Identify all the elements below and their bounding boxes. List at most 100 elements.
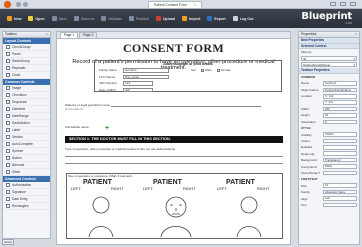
sex-female-checkbox[interactable]: Female [216, 68, 231, 72]
import-button[interactable]: Import [182, 16, 200, 21]
add-icon[interactable]: + [105, 125, 109, 132]
open-button[interactable]: Open [28, 16, 45, 21]
prop-value[interactable] [323, 138, 357, 144]
urn-field[interactable]: 123 [123, 81, 153, 86]
toolbox-item[interactable]: Panel [3, 51, 50, 58]
toolbox-item[interactable]: DateRange [3, 113, 50, 120]
toolbox-item[interactable]: Dropdown [3, 99, 50, 106]
prop-value[interactable]: Y: 171 [323, 100, 357, 105]
sex-male-checkbox[interactable]: Male [201, 68, 212, 72]
folder-icon [28, 16, 34, 21]
minimize-icon[interactable] [330, 2, 336, 6]
filter-select[interactable]: ID ▾ [301, 56, 357, 62]
prop-value[interactable]: TextboxFamilyName [323, 87, 357, 93]
toolbox-item[interactable]: Image [3, 85, 50, 92]
prop-value[interactable] [323, 145, 357, 150]
prop-value[interactable]: Left [323, 196, 357, 201]
prop-value[interactable]: Liberation Sans [323, 189, 357, 195]
toolbox-item[interactable]: Barcode [3, 162, 50, 169]
label-icon [6, 128, 10, 132]
close-icon[interactable]: × [355, 32, 357, 37]
logout-button[interactable]: Log Out [232, 16, 254, 21]
publish-button[interactable]: Publish [128, 16, 149, 21]
guardian-field[interactable] [111, 106, 261, 107]
toolbox-item[interactable]: Label [3, 127, 50, 134]
checkbox-icon [6, 93, 10, 97]
tab-page-1[interactable]: Page 1 [60, 32, 79, 38]
checkgroup-icon [6, 45, 10, 49]
back-icon[interactable] [16, 1, 21, 7]
save-button[interactable]: Save [51, 16, 67, 21]
new-icon [7, 16, 12, 21]
consent-form: CONSENT FORM Record of a patient's permi… [61, 41, 286, 241]
prop-value[interactable]: 10 [323, 183, 357, 189]
prop-value[interactable]: Textbox1 [323, 81, 357, 86]
close-icon[interactable]: × [46, 32, 48, 37]
toolbox-item[interactable]: Date Entry [3, 196, 50, 203]
prop-value[interactable]: Visible [323, 132, 357, 137]
save-as-button[interactable]: Save as [73, 16, 94, 21]
upload-button[interactable]: Upload [155, 16, 175, 21]
prop-value[interactable]: X: 142 [323, 93, 357, 99]
spinner-icon [6, 149, 10, 153]
radiobutton-icon [6, 121, 10, 125]
toolbox-item[interactable]: Authorisation [3, 182, 50, 189]
body-diagram[interactable] [81, 193, 271, 237]
guardian-hint: (if not patient) [65, 107, 84, 111]
patient-label-1: PATIENT [83, 179, 112, 186]
form-title: CONSENT FORM [122, 41, 225, 55]
toolbox-item[interactable]: Button [3, 155, 50, 162]
patient-label-2: PATIENT [153, 179, 182, 186]
autocomplete-icon [6, 142, 10, 146]
toolbox-item[interactable]: Datetime [3, 106, 50, 113]
maximize-icon[interactable] [340, 2, 346, 6]
toolbox-item[interactable]: Section [3, 134, 50, 141]
toolbox-item[interactable]: Radiobutton [3, 120, 50, 127]
properties-panel: Properties × New Properties Selected Con… [298, 31, 360, 245]
prop-value[interactable]: 0 [323, 119, 357, 125]
prop-value[interactable]: Transparent [323, 157, 357, 163]
toolbox-item[interactable]: Signature [3, 189, 50, 196]
prop-value[interactable] [323, 170, 357, 176]
toolbox-item[interactable]: Chart [3, 72, 50, 79]
first-name-field[interactable]: first_name [123, 74, 169, 80]
tab-page-2[interactable]: Page 2 [79, 32, 98, 38]
prop-value[interactable]: 200 [323, 106, 357, 112]
publish-icon [128, 16, 134, 21]
toolbox-item[interactable]: Rectangles [3, 203, 50, 210]
toolbox-item[interactable]: Spinner [3, 148, 50, 155]
procedure-line[interactable] [65, 156, 283, 157]
dob-field[interactable]: dob [123, 87, 153, 93]
family-name-field[interactable]: surname [123, 68, 169, 73]
prop-value[interactable] [323, 202, 357, 208]
forward-icon[interactable] [23, 1, 28, 7]
toolbox-item[interactable]: RadioGroup [3, 58, 50, 65]
validate-button[interactable]: Validate [101, 16, 122, 21]
toolbox-item[interactable]: Checkbox [3, 92, 50, 99]
toolbox-item[interactable]: CheckGroup [3, 44, 50, 51]
procedure-line[interactable] [65, 163, 283, 164]
clinical-name-label: Clinical/site name: [65, 125, 90, 129]
close-window-icon[interactable] [350, 2, 356, 6]
script-button[interactable]: Script [2, 239, 14, 245]
new-button[interactable]: New [7, 16, 21, 21]
toolbox-item[interactable]: Slider [3, 169, 50, 176]
first-name-label: First Names [99, 74, 116, 79]
button-icon [6, 156, 10, 160]
prop-value[interactable]: 20 [323, 113, 357, 118]
save-as-icon [73, 16, 79, 21]
app-logo-icon [3, 0, 12, 8]
logout-icon [232, 16, 238, 21]
toolbox-item[interactable]: Repeater [3, 65, 50, 72]
left-label: LEFT [71, 186, 81, 191]
export-button[interactable]: Export [207, 16, 226, 21]
radiogroup-icon [6, 59, 10, 63]
prop-value[interactable] [323, 151, 357, 157]
close-tab-icon[interactable]: × [194, 3, 196, 7]
family-name-row: Family Name surname Sex Male Female [99, 68, 281, 73]
prop-value[interactable]: Black [323, 164, 357, 169]
toolbox-item[interactable]: AutoComplete [3, 141, 50, 148]
barcode-icon [6, 163, 10, 167]
browser-tab[interactable]: Patient Consent Form × [148, 0, 202, 8]
selected-control-select[interactable]: TextboxFamilyName ▾ [301, 62, 357, 68]
